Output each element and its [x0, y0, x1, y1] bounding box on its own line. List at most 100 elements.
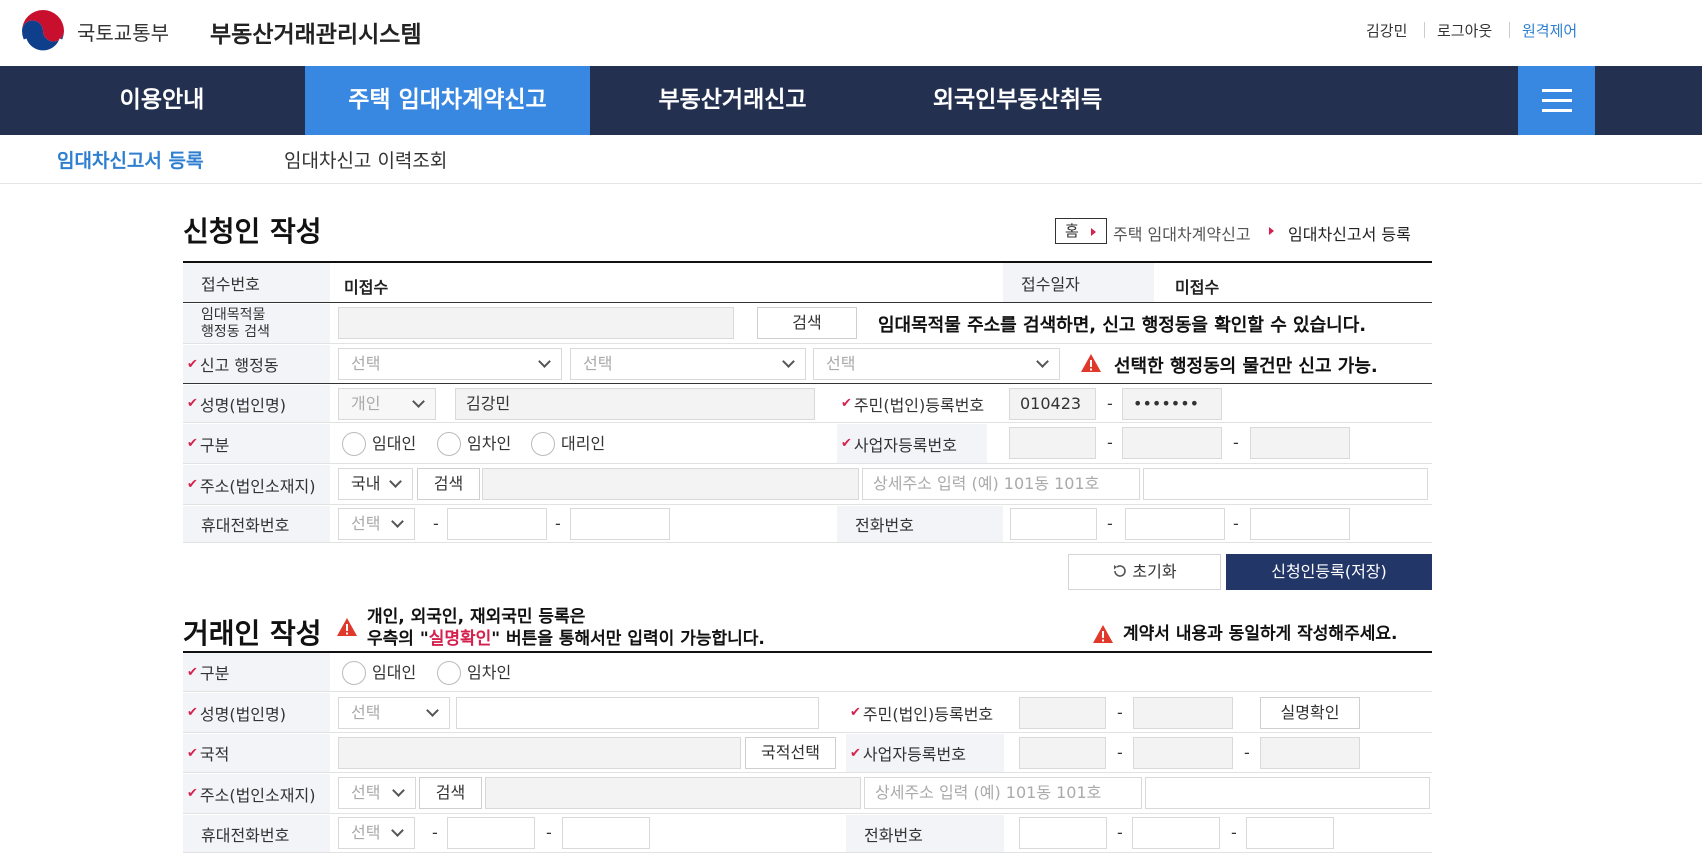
- biz-no-input-3[interactable]: [1250, 427, 1350, 459]
- trader-mobile-middle-input[interactable]: [447, 817, 535, 849]
- trader-biz-no-input-3[interactable]: [1260, 737, 1360, 769]
- biz-no-input-2[interactable]: [1122, 427, 1222, 459]
- address-extra-input[interactable]: [1143, 468, 1428, 500]
- dash-separator: -: [433, 514, 439, 533]
- rrn-back-input[interactable]: •••••••: [1122, 388, 1222, 420]
- trader-phone-last-input[interactable]: [1246, 817, 1334, 849]
- gnb-item-guide[interactable]: 이용안내: [68, 66, 256, 135]
- trader-address-extra-input[interactable]: [1145, 777, 1430, 809]
- remote-control-link[interactable]: 원격제어: [1522, 20, 1577, 41]
- save-applicant-button[interactable]: 신청인등록(저장): [1226, 554, 1432, 590]
- mobile-last-input[interactable]: [570, 508, 670, 540]
- system-name[interactable]: 부동산거래관리시스템: [210, 15, 422, 49]
- chevron-down-icon: [782, 355, 795, 368]
- dash-separator: -: [1107, 514, 1113, 533]
- rrn-front-input[interactable]: 010423: [1009, 388, 1096, 420]
- radio-lessor[interactable]: 임대인: [342, 432, 416, 456]
- name-verify-button[interactable]: 실명확인: [1260, 697, 1360, 729]
- subnav-item-history[interactable]: 임대차신고 이력조회: [284, 146, 447, 173]
- address-search-button[interactable]: 검색: [417, 468, 480, 500]
- person-type-select[interactable]: 개인: [338, 388, 436, 420]
- chevron-down-icon: [1036, 355, 1049, 368]
- contract-notice: 계약서 내용과 동일하게 작성해주세요.: [1123, 624, 1398, 644]
- breadcrumb-home[interactable]: 홈: [1055, 218, 1107, 244]
- logout-link[interactable]: 로그아웃: [1437, 20, 1492, 41]
- radio-lessee[interactable]: 임차인: [437, 432, 511, 456]
- dash-separator: -: [1233, 433, 1239, 452]
- admin-search-label: 임대목적물 행정동 검색: [183, 304, 330, 343]
- name-input[interactable]: 김강민: [455, 388, 815, 420]
- trader-radio-lessee[interactable]: 임차인: [437, 661, 511, 685]
- required-check-icon: ✔: [841, 436, 852, 451]
- admin-search-notice: 임대목적물 주소를 검색하면, 신고 행정동을 확인할 수 있습니다.: [878, 315, 1367, 336]
- address-detail-input[interactable]: 상세주소 입력 (예) 101동 101호: [862, 468, 1140, 500]
- report-dong-sigungu-select[interactable]: 선택: [570, 348, 806, 380]
- warning-icon: [1093, 625, 1113, 643]
- required-check-icon: ✔: [187, 786, 198, 801]
- dash-separator: -: [1117, 703, 1123, 722]
- trader-address-row: ✔ 주소(법인소재지) 선택 검색 상세주소 입력 (예) 101동 101호: [183, 774, 1432, 814]
- trader-division-label: ✔ 구분: [183, 653, 330, 691]
- applicant-name-row: ✔ 성명(법인명) 개인 김강민 ✔ 주민(법인)등록번호 010423 - •••…: [183, 385, 1432, 423]
- reset-button[interactable]: 초기화: [1068, 554, 1221, 590]
- biz-no-input-1[interactable]: [1009, 427, 1096, 459]
- phone-area-input[interactable]: [1010, 508, 1097, 540]
- trader-mobile-prefix-select[interactable]: 선택: [338, 817, 415, 849]
- report-dong-sido-select[interactable]: 선택: [338, 348, 562, 380]
- government-emblem-logo[interactable]: [19, 9, 67, 57]
- dash-separator: -: [1244, 743, 1250, 762]
- gnb-item-foreigner-acquisition[interactable]: 외국인부동산취득: [900, 66, 1135, 135]
- util-divider: [1424, 22, 1425, 38]
- menu-icon[interactable]: [1518, 66, 1595, 135]
- address-country-select[interactable]: 국내: [338, 468, 413, 500]
- nationality-input[interactable]: [338, 737, 741, 769]
- refresh-icon: [1114, 565, 1127, 577]
- dong-warning-text: 선택한 행정동의 물건만 신고 가능.: [1114, 356, 1378, 377]
- required-check-icon: ✔: [187, 436, 198, 451]
- trader-phone-row: 휴대전화번호 선택 - - 전화번호 - -: [183, 815, 1432, 853]
- phone-middle-input[interactable]: [1125, 508, 1225, 540]
- chevron-down-icon: [538, 355, 551, 368]
- applicant-section-title: 신청인 작성: [183, 215, 322, 248]
- breadcrumb-middle[interactable]: 주택 임대차계약신고: [1113, 221, 1251, 245]
- mobile-middle-input[interactable]: [447, 508, 547, 540]
- trader-person-type-select[interactable]: 선택: [338, 697, 450, 729]
- admin-search-label-line1: 임대목적물: [201, 306, 266, 323]
- mobile-prefix-select[interactable]: 선택: [338, 508, 415, 540]
- phone-last-input[interactable]: [1250, 508, 1350, 540]
- report-dong-row: ✔ 신고 행정동 선택 선택 선택 선택한 행정동의 물건만 신고 가능.: [183, 345, 1432, 384]
- report-dong-dong-select[interactable]: 선택: [813, 348, 1060, 380]
- trader-address-input[interactable]: [485, 777, 861, 809]
- rrn-label: ✔ 주민(법인)등록번호: [837, 385, 987, 422]
- trader-biz-no-input-2[interactable]: [1133, 737, 1233, 769]
- gnb-item-rental-report[interactable]: 주택 임대차계약신고: [305, 66, 590, 135]
- trader-name-input[interactable]: [456, 697, 819, 729]
- util-divider: [1509, 22, 1510, 38]
- trader-phone-area-input[interactable]: [1019, 817, 1107, 849]
- dash-separator: -: [432, 823, 438, 842]
- division-label: ✔ 구분: [183, 424, 330, 463]
- address-input[interactable]: [482, 468, 859, 500]
- chevron-down-icon: [392, 784, 405, 797]
- trader-address-country-select[interactable]: 선택: [338, 777, 416, 809]
- trader-radio-lessor[interactable]: 임대인: [342, 661, 416, 685]
- gnb-item-realestate-report[interactable]: 부동산거래신고: [615, 66, 850, 135]
- trader-mobile-last-input[interactable]: [562, 817, 650, 849]
- dash-separator: -: [1231, 823, 1237, 842]
- trader-address-label: ✔ 주소(법인소재지): [183, 774, 330, 813]
- admin-search-input[interactable]: [338, 307, 734, 339]
- trader-phone-middle-input[interactable]: [1132, 817, 1220, 849]
- dash-separator: -: [1117, 823, 1123, 842]
- user-name: 김강민: [1366, 22, 1408, 40]
- nationality-select-button[interactable]: 국적선택: [745, 737, 836, 769]
- trader-rrn-back-input[interactable]: [1133, 697, 1233, 729]
- trader-address-search-button[interactable]: 검색: [419, 777, 482, 809]
- admin-search-button[interactable]: 검색: [757, 307, 857, 339]
- trader-biz-no-input-1[interactable]: [1019, 737, 1106, 769]
- dash-separator: -: [1107, 433, 1113, 452]
- trader-address-detail-input[interactable]: 상세주소 입력 (예) 101동 101호: [864, 777, 1142, 809]
- radio-agent[interactable]: 대리인: [531, 432, 605, 456]
- subnav-item-register[interactable]: 임대차신고서 등록: [57, 146, 203, 173]
- required-check-icon: ✔: [187, 745, 198, 761]
- trader-rrn-front-input[interactable]: [1019, 697, 1106, 729]
